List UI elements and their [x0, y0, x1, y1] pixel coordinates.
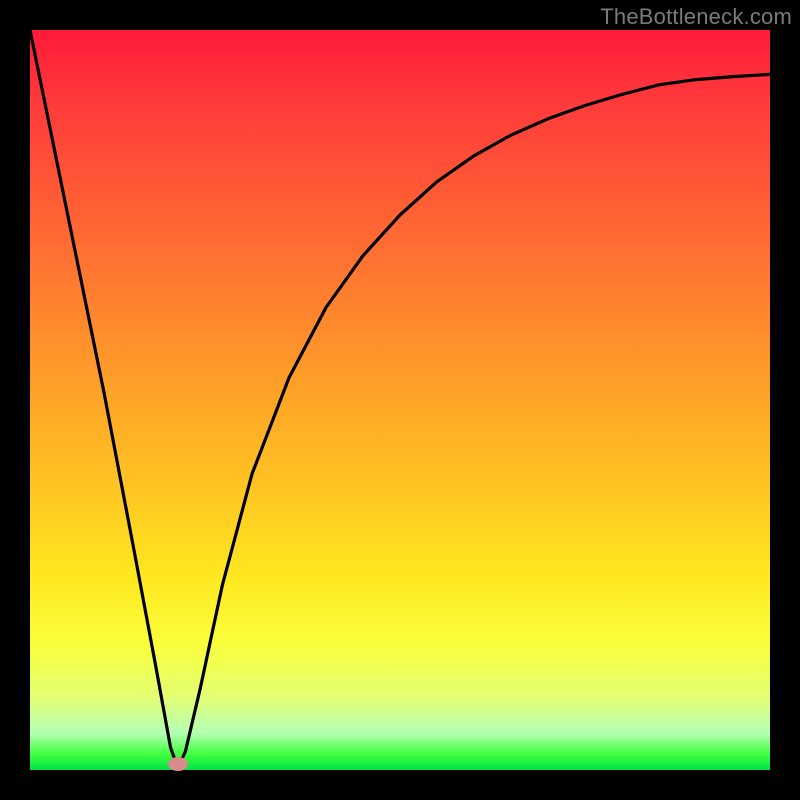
chart-frame: TheBottleneck.com [0, 0, 800, 800]
current-point-marker [168, 757, 188, 771]
watermark-text: TheBottleneck.com [600, 4, 792, 30]
bottleneck-curve [30, 30, 770, 770]
plot-area [30, 30, 770, 770]
